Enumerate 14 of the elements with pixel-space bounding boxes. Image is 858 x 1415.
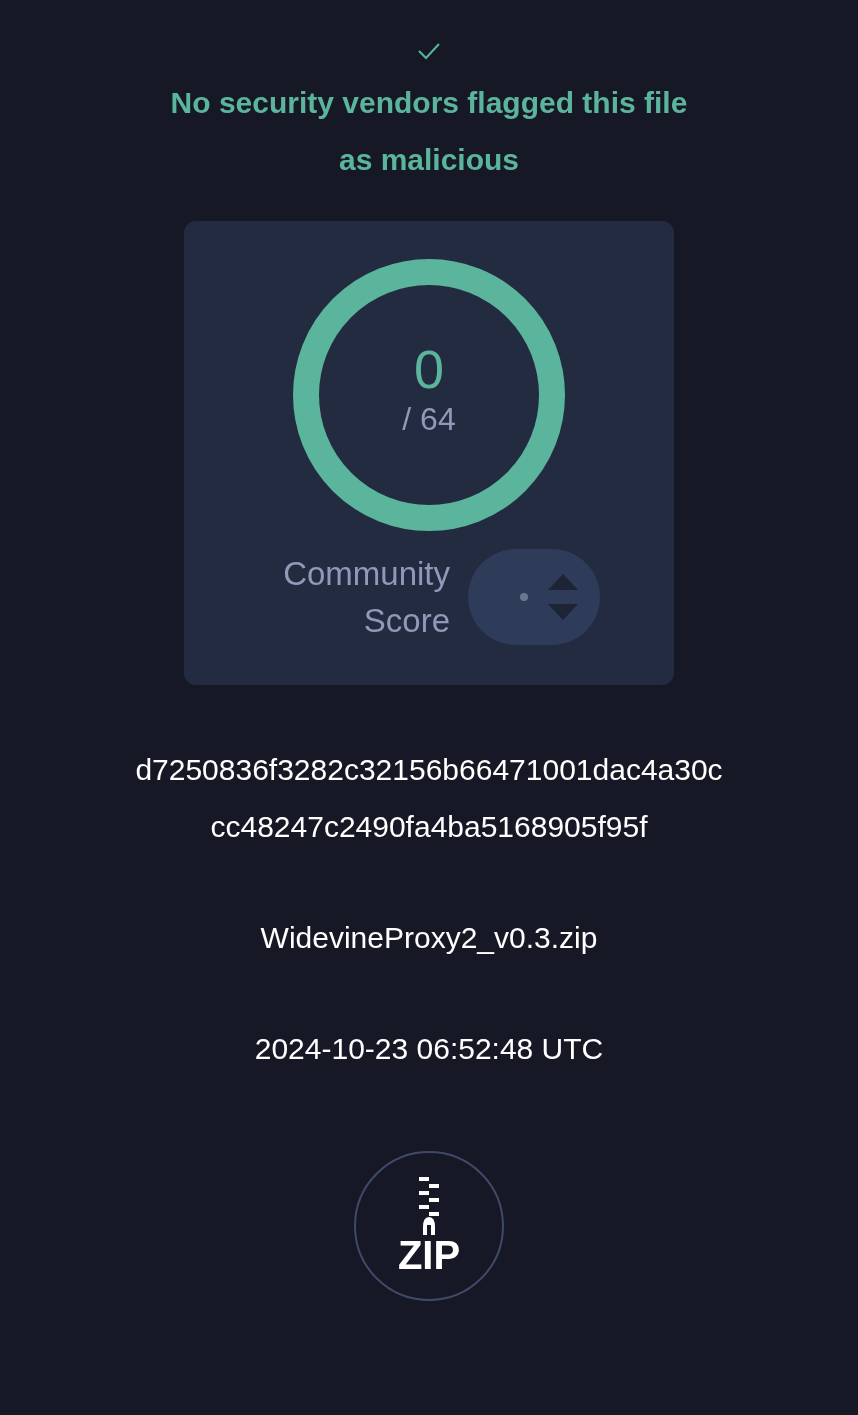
file-type-label: ZIP bbox=[397, 1235, 461, 1275]
detection-count: 0 bbox=[413, 339, 444, 399]
file-hash: cc48247c2490fa4ba5168905f95f bbox=[209, 809, 649, 845]
file-name: WidevineProxy2_v0.3.zip bbox=[260, 920, 598, 956]
detection-total: / 64 bbox=[402, 400, 456, 439]
dot-icon bbox=[520, 593, 528, 601]
file-hash: d7250836f3282c32156b66471001dac4a30c bbox=[135, 752, 723, 788]
community-score-label: Community Score bbox=[282, 554, 450, 641]
zipper-icon bbox=[417, 1177, 441, 1235]
check-icon bbox=[417, 42, 441, 60]
downvote-button[interactable] bbox=[548, 604, 578, 620]
scan-date: 2024-10-23 06:52:48 UTC bbox=[254, 1031, 604, 1067]
verdict-heading: No security vendors flagged this file as malicious bbox=[169, 85, 689, 178]
upvote-button[interactable] bbox=[548, 574, 578, 590]
